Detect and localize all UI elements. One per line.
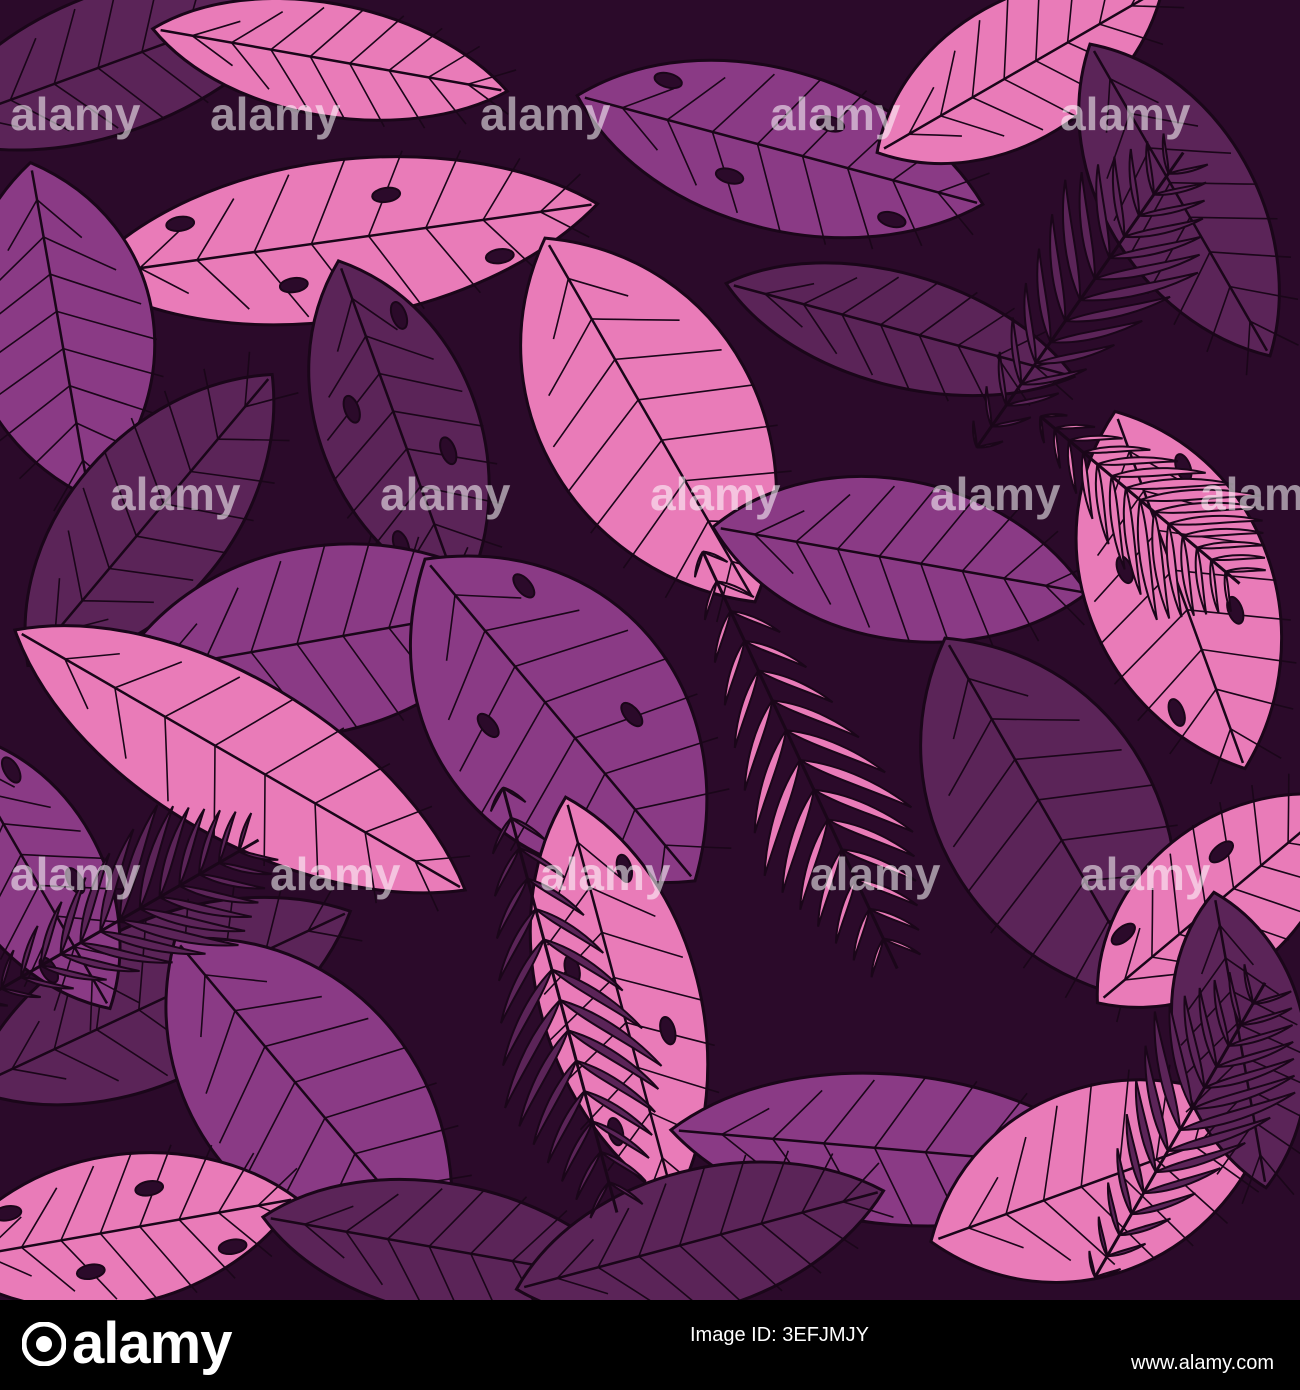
alamy-watermark: alamy <box>540 848 671 900</box>
alamy-watermark: alamy <box>270 848 401 900</box>
alamy-watermark: alamy <box>770 88 901 140</box>
alamy-watermark: alamy <box>1080 848 1211 900</box>
tropical-leaf-pattern: alamy alamy alamy alamy alamy alamy alamy alamy… <box>0 0 1300 1300</box>
stock-footer-bar: alamy Image ID: 3EFJMJY www.alamy.com <box>0 1300 1300 1390</box>
alamy-watermark: alamy <box>480 88 611 140</box>
alamy-mark-icon <box>22 1321 66 1366</box>
alamy-watermark: alamy <box>10 848 141 900</box>
alamy-watermark: alamy <box>110 468 241 520</box>
alamy-watermark: alamy <box>10 88 141 140</box>
site-url: www.alamy.com <box>1131 1352 1274 1374</box>
brand-name: alamy <box>72 1311 232 1376</box>
image-id: Image ID: 3EFJMJY <box>690 1324 869 1346</box>
alamy-watermark: alamy <box>210 88 341 140</box>
alamy-logo: alamy <box>22 1310 232 1377</box>
alamy-watermark: alamy <box>380 468 511 520</box>
alamy-watermark: alamy <box>1200 468 1300 520</box>
alamy-watermark: alamy <box>930 468 1061 520</box>
alamy-watermark: alamy <box>650 468 781 520</box>
alamy-watermark: alamy <box>1060 88 1191 140</box>
alamy-watermark: alamy <box>810 848 941 900</box>
